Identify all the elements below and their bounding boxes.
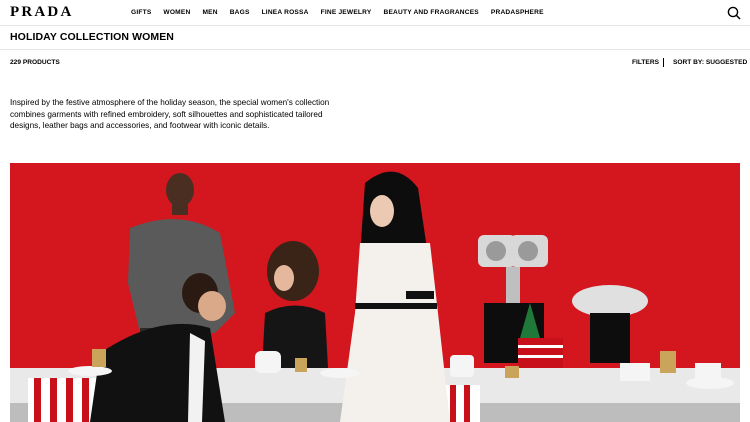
brand-logo[interactable]: PRADA	[10, 4, 74, 21]
nav-item-fine-jewelry[interactable]: FINE JEWELRY	[321, 9, 372, 16]
page-title: HOLIDAY COLLECTION WOMEN	[10, 31, 174, 43]
top-navigation-bar: PRADA GIFTS WOMEN MEN BAGS LINEA ROSSA F…	[0, 0, 750, 26]
nav-item-beauty-fragrances[interactable]: BEAUTY AND FRAGRANCES	[383, 9, 478, 16]
nav-item-women[interactable]: WOMEN	[163, 9, 190, 16]
product-count: 229 PRODUCTS	[10, 59, 60, 66]
page-title-bar: HOLIDAY COLLECTION WOMEN	[0, 26, 750, 50]
nav-item-linea-rossa[interactable]: LINEA ROSSA	[262, 9, 309, 16]
main-nav: GIFTS WOMEN MEN BAGS LINEA ROSSA FINE JE…	[131, 9, 544, 16]
striped-chair-left	[28, 378, 98, 422]
nav-item-gifts[interactable]: GIFTS	[131, 9, 151, 16]
filters-button[interactable]: FILTERS	[632, 59, 659, 66]
nav-item-pradasphere[interactable]: PRADASPHERE	[491, 9, 544, 16]
nav-item-men[interactable]: MEN	[202, 9, 217, 16]
search-icon[interactable]	[727, 6, 741, 20]
toolbar-divider	[663, 58, 664, 67]
collection-description: Inspired by the festive atmosphere of th…	[10, 98, 330, 131]
nav-item-bags[interactable]: BAGS	[230, 9, 250, 16]
hero-campaign-image[interactable]	[10, 163, 740, 422]
sort-dropdown[interactable]: SORT BY: SUGGESTED	[673, 59, 747, 66]
